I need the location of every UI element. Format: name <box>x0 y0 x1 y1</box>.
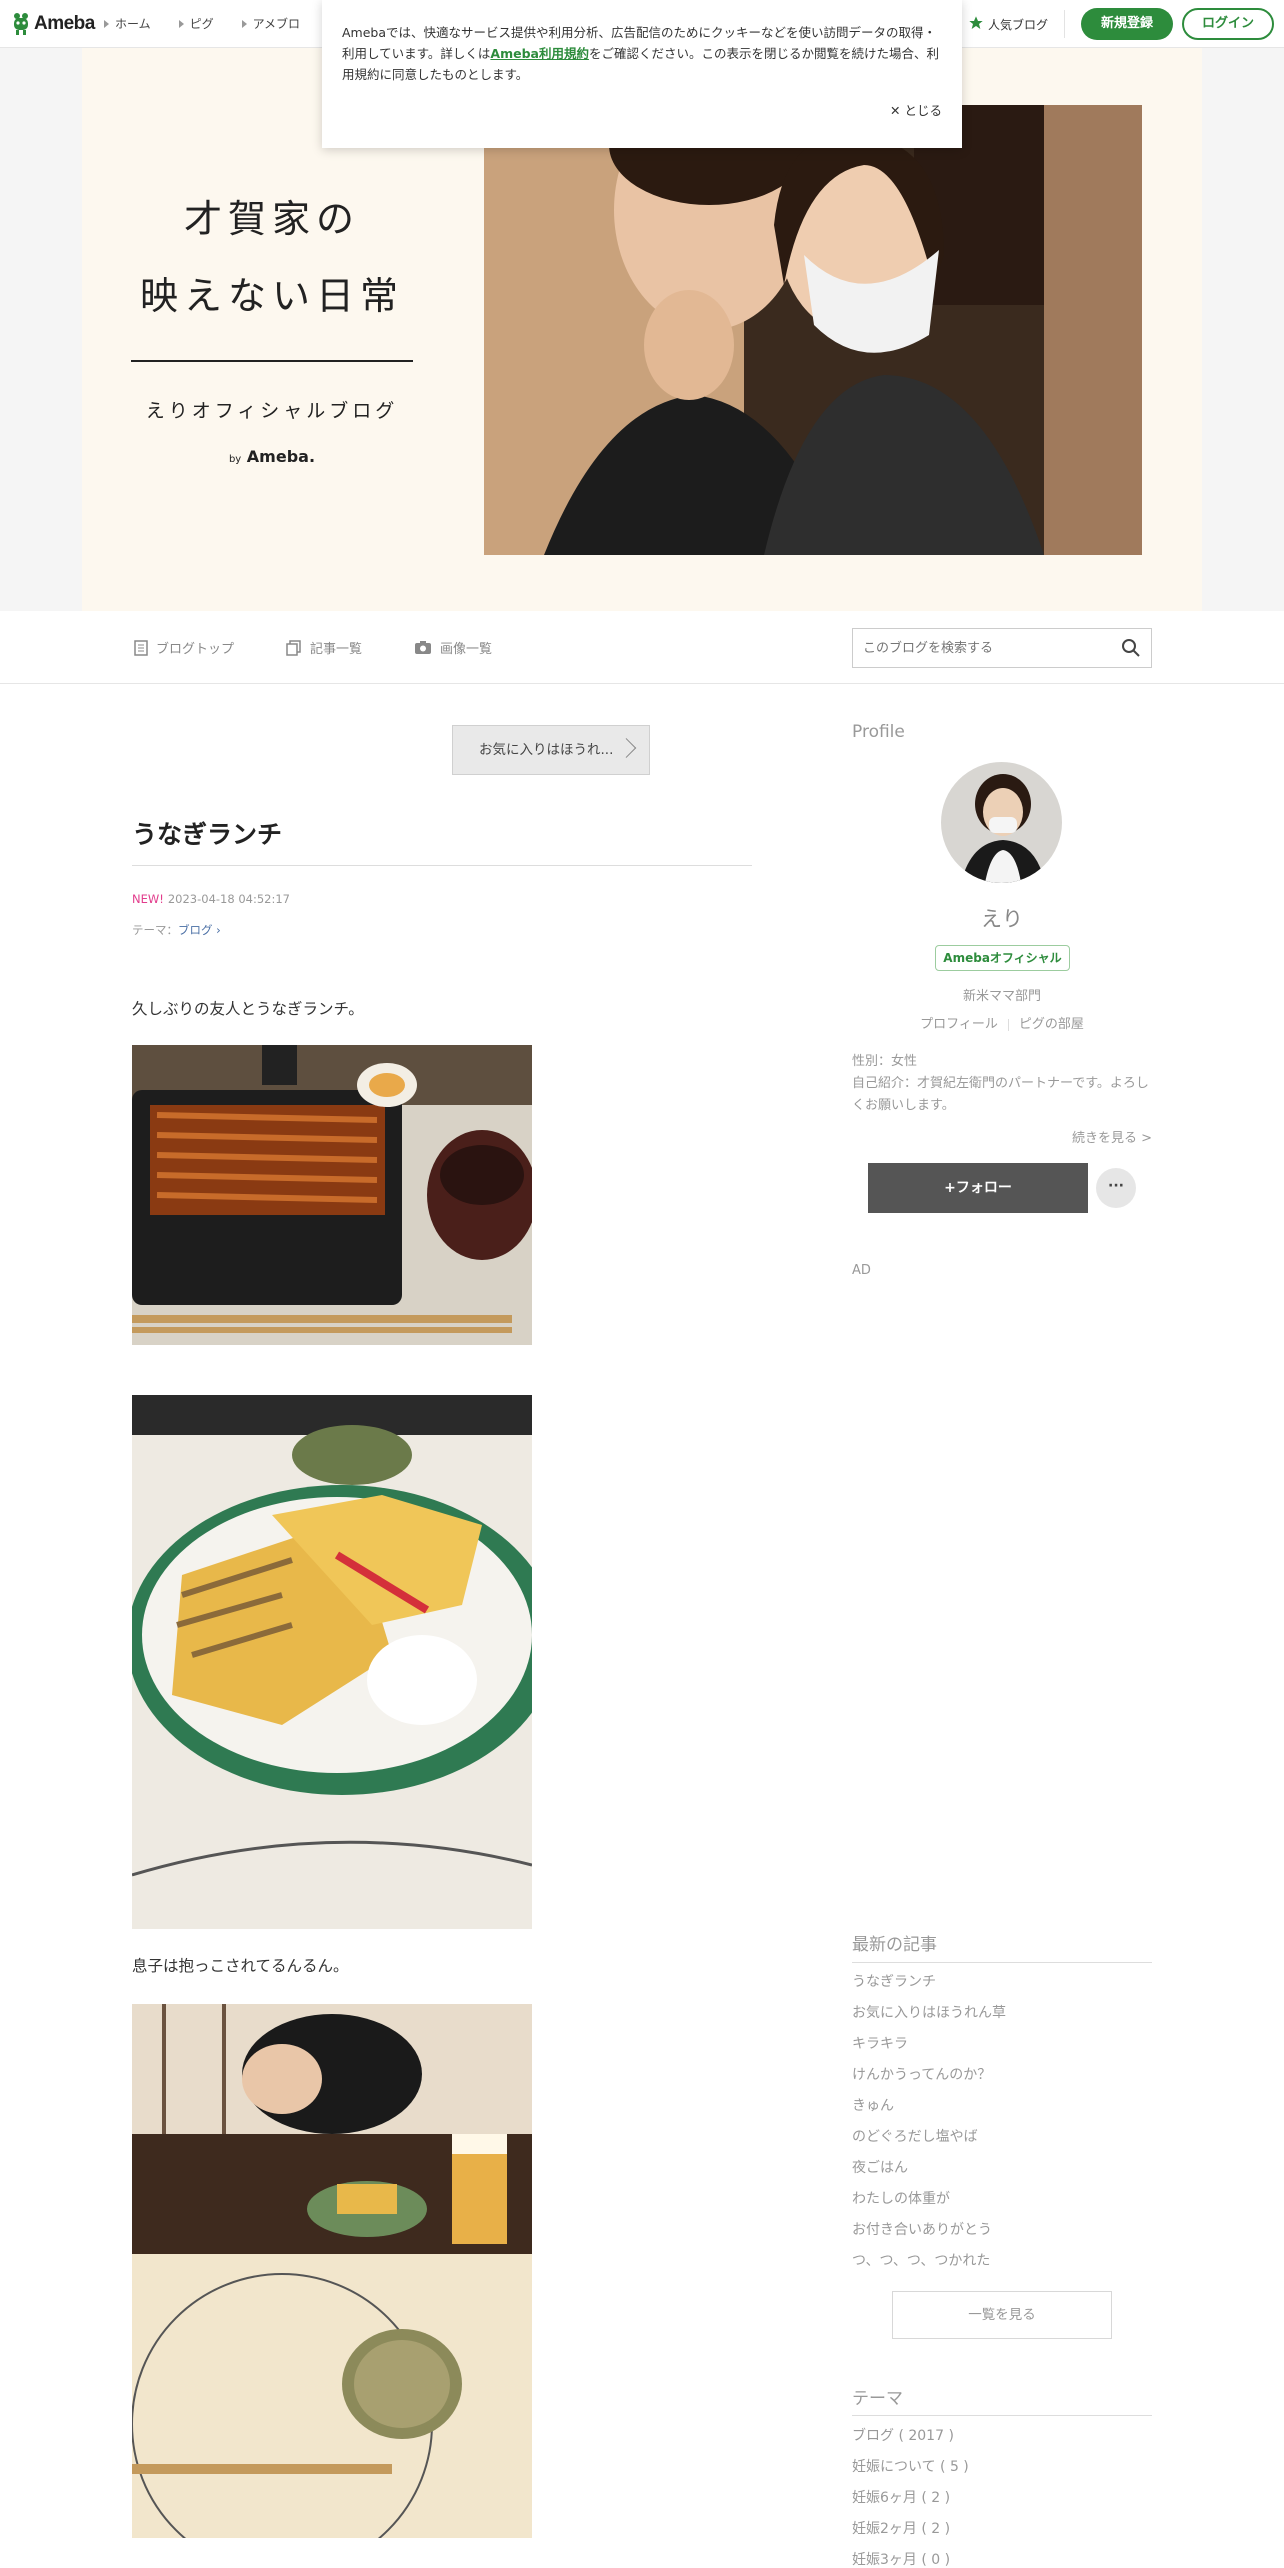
register-button[interactable]: 新規登録 <box>1081 8 1173 40</box>
title-divider <box>132 865 752 866</box>
lunch-table-photo[interactable] <box>132 2004 532 2538</box>
list-item[interactable]: つ、つ、つ、つかれた <box>852 2246 1152 2277</box>
cookie-close-button[interactable]: ✕ とじる <box>890 100 942 119</box>
global-nav: ホーム ピグ アメブロ <box>104 15 300 32</box>
blog-subtitle: えりオフィシャルブログ <box>145 400 399 422</box>
title-divider <box>131 360 413 362</box>
profile-info: 性別：女性 自己紹介：才賀紀左衛門のパートナーです。よろしくお願いします。 <box>852 1051 1152 1117</box>
list-item[interactable]: ブログ ( 2017 ) <box>852 2421 1152 2452</box>
blog-title-line1: 才賀家の <box>183 197 360 241</box>
list-item[interactable]: 妊娠3ヶ月 ( 0 ) <box>852 2545 1152 2568</box>
entry-theme: テーマ：ブログ › <box>132 923 221 937</box>
prev-entry-button[interactable]: お気に入りはほうれ... <box>452 725 650 775</box>
popular-blogs-label: 人気ブログ <box>988 18 1049 32</box>
entry-title[interactable]: うなぎランチ <box>132 815 282 851</box>
global-nav-ameblo[interactable]: アメブロ <box>241 15 300 32</box>
star-icon <box>968 15 984 34</box>
blog-search <box>852 628 1152 668</box>
copy-icon <box>286 639 302 656</box>
search-input[interactable] <box>853 629 1103 667</box>
official-badge: Amebaオフィシャル <box>935 945 1070 971</box>
search-icon[interactable] <box>1121 638 1141 662</box>
list-item[interactable]: 妊娠6ヶ月 ( 2 ) <box>852 2483 1152 2514</box>
more-options-button[interactable]: ··· <box>1096 1168 1136 1208</box>
blog-title-block: 才賀家の 映えない日常 えりオフィシャルブログ by Ameba. <box>122 188 422 466</box>
list-item[interactable]: のどぐろだし塩やば <box>852 2122 1152 2153</box>
popular-blogs-link[interactable]: 人気ブログ <box>968 15 1048 34</box>
list-item[interactable]: うなぎランチ <box>852 1967 1152 1998</box>
login-button[interactable]: ログイン <box>1182 8 1274 40</box>
avatar[interactable] <box>941 762 1062 883</box>
list-item[interactable]: 夜ごはん <box>852 2153 1152 2184</box>
ameba-logo-text: Ameba <box>34 13 95 34</box>
nav-blog-top[interactable]: ブログトップ <box>134 638 234 657</box>
unagi-photo[interactable] <box>132 1045 532 1345</box>
follow-button[interactable]: +フォロー <box>868 1163 1088 1213</box>
cookie-banner: Amebaでは、快適なサービス提供や利用分析、広告配信のためにクッキーなどを使い… <box>322 0 962 148</box>
ameba-mascot-icon <box>12 12 30 36</box>
global-nav-home[interactable]: ホーム <box>104 15 151 32</box>
camera-icon <box>414 640 432 655</box>
ad-label: AD <box>852 1263 871 1278</box>
list-item[interactable]: 妊娠2ヶ月 ( 2 ) <box>852 2514 1152 2545</box>
blog-nav: ブログトップ 記事一覧 画像一覧 <box>0 611 1284 684</box>
triangle-icon <box>104 19 109 28</box>
list-item[interactable]: 妊娠について ( 5 ) <box>852 2452 1152 2483</box>
profile-name[interactable]: えり <box>852 903 1152 933</box>
triangle-icon <box>241 19 247 28</box>
nav-entry-list[interactable]: 記事一覧 <box>286 638 362 657</box>
new-badge: NEW! <box>132 892 164 906</box>
profile-gender: 性別：女性 <box>852 1054 918 1069</box>
profile-heading: Profile <box>852 722 905 742</box>
tamagoyaki-photo[interactable] <box>132 1395 532 1929</box>
theme-link[interactable]: ブログ <box>178 923 213 937</box>
entry-paragraph: 久しぶりの友人とうなぎランチ。 <box>132 1000 364 1018</box>
list-item[interactable]: わたしの体重が <box>852 2184 1152 2215</box>
global-nav-pigg[interactable]: ピグ <box>178 15 214 32</box>
profile-intro: 自己紹介：才賀紀左衛門のパートナーです。よろしくお願いします。 <box>852 1076 1149 1113</box>
entry-paragraph: 息子は抱っこされてるんるん。 <box>132 1957 349 1975</box>
header-photo <box>484 105 1142 555</box>
blog-nav-items: ブログトップ 記事一覧 画像一覧 <box>134 638 492 657</box>
heading-divider <box>852 1962 1152 1963</box>
link-divider <box>1007 1018 1009 1031</box>
read-more-link[interactable]: 続きを見る > <box>852 1127 1152 1146</box>
view-all-button[interactable]: 一覧を見る <box>892 2291 1112 2339</box>
pigg-room-link[interactable]: ピグの部屋 <box>1019 1017 1084 1032</box>
chevron-right-icon <box>616 738 637 758</box>
entry-date: NEW! 2023-04-18 04:52:17 <box>132 892 290 906</box>
list-item[interactable]: けんかうってんのか？ <box>852 2060 1152 2091</box>
triangle-icon <box>178 19 184 28</box>
latest-entries-list: うなぎランチ お気に入りはほうれん草 キラキラ けんかうってんのか？ きゅん の… <box>852 1967 1152 2277</box>
profile-department[interactable]: 新米ママ部門 <box>852 985 1152 1004</box>
list-item[interactable]: きゅん <box>852 2091 1152 2122</box>
document-icon <box>134 639 148 656</box>
terms-link[interactable]: Ameba利用規約 <box>490 46 589 61</box>
blog-title-line2: 映えない日常 <box>139 274 404 318</box>
ameba-logo[interactable]: Ameba <box>12 12 95 36</box>
themes-heading: テーマ <box>852 2389 903 2409</box>
cookie-text: Amebaでは、快適なサービス提供や利用分析、広告配信のためにクッキーなどを使い… <box>342 25 939 82</box>
themes-list: ブログ ( 2017 ) 妊娠について ( 5 ) 妊娠6ヶ月 ( 2 ) 妊娠… <box>852 2421 1152 2568</box>
heading-divider <box>852 2415 1152 2416</box>
header-divider <box>1064 10 1065 38</box>
list-item[interactable]: お付き合いありがとう <box>852 2215 1152 2246</box>
by-ameba: by Ameba. <box>228 447 316 466</box>
latest-entries-heading: 最新の記事 <box>852 1935 937 1955</box>
list-item[interactable]: キラキラ <box>852 2029 1152 2060</box>
nav-image-list[interactable]: 画像一覧 <box>414 638 492 657</box>
profile-links: プロフィール ピグの部屋 <box>852 1013 1152 1032</box>
profile-link[interactable]: プロフィール <box>920 1017 998 1032</box>
list-item[interactable]: お気に入りはほうれん草 <box>852 1998 1152 2029</box>
